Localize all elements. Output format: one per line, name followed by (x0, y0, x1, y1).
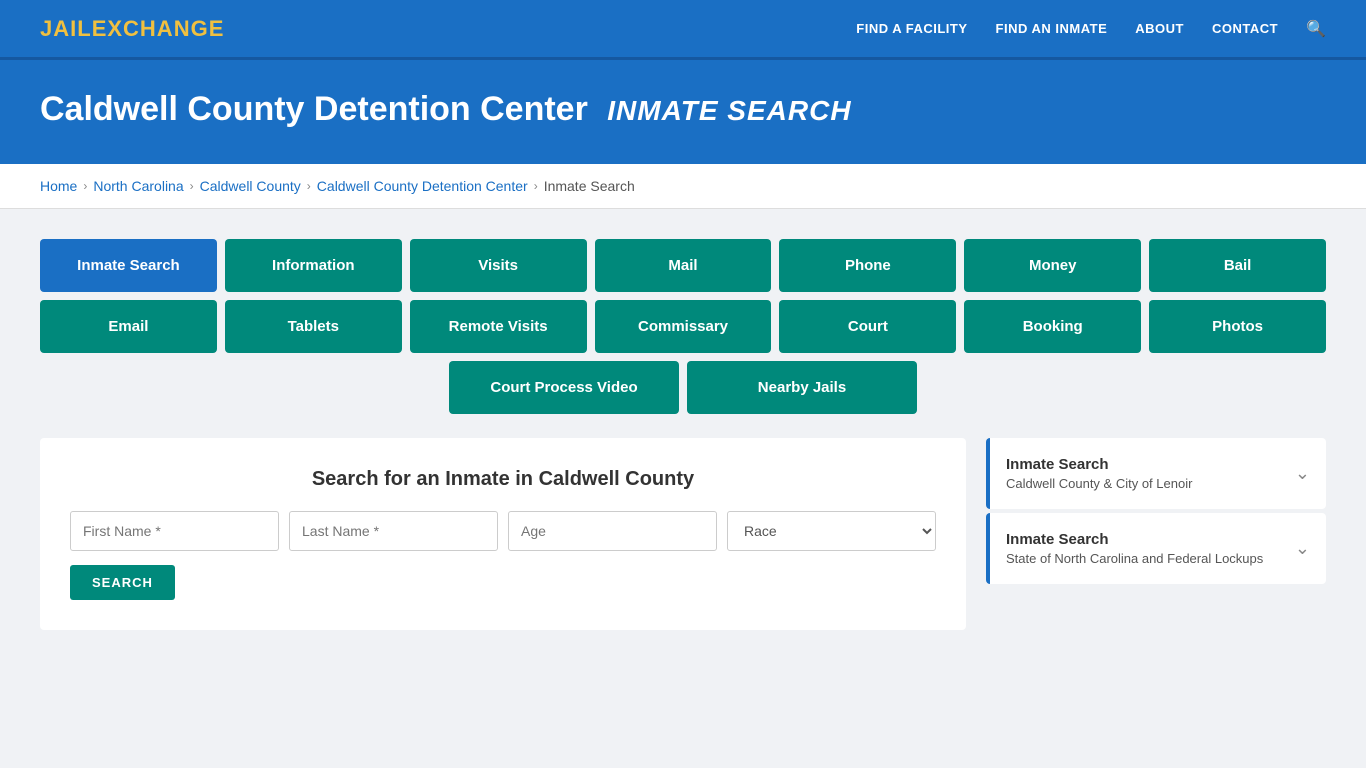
breadcrumb-current: Inmate Search (544, 178, 635, 194)
sidebar-card-2: Inmate Search State of North Carolina an… (986, 513, 1326, 584)
breadcrumb-county[interactable]: Caldwell County (200, 178, 301, 194)
breadcrumb-bar: Home › North Carolina › Caldwell County … (0, 164, 1366, 209)
search-button[interactable]: SEARCH (70, 565, 175, 600)
nav-row-3: Court Process Video Nearby Jails (40, 361, 1326, 414)
content-area: Search for an Inmate in Caldwell County … (40, 438, 1326, 630)
btn-nearby-jails[interactable]: Nearby Jails (687, 361, 917, 414)
btn-court[interactable]: Court (779, 300, 956, 353)
sidebar-item-1-title: Inmate Search (1006, 456, 1192, 473)
nav-find-inmate[interactable]: FIND AN INMATE (996, 21, 1108, 36)
breadcrumb-sep-3: › (307, 179, 311, 193)
hero-section: Caldwell County Detention Center INMATE … (0, 60, 1366, 164)
btn-court-process-video[interactable]: Court Process Video (449, 361, 679, 414)
btn-remote-visits[interactable]: Remote Visits (410, 300, 587, 353)
sidebar-item-1-sub: Caldwell County & City of Lenoir (1006, 476, 1192, 491)
sidebar-item-1-text: Inmate Search Caldwell County & City of … (1006, 456, 1192, 491)
sidebar-item-2-text: Inmate Search State of North Carolina an… (1006, 531, 1263, 566)
sidebar: Inmate Search Caldwell County & City of … (986, 438, 1326, 630)
site-logo[interactable]: JAILEXCHANGE (40, 16, 224, 42)
facility-nav-buttons: Inmate Search Information Visits Mail Ph… (40, 239, 1326, 414)
nav-row-1: Inmate Search Information Visits Mail Ph… (40, 239, 1326, 292)
breadcrumb-facility[interactable]: Caldwell County Detention Center (317, 178, 528, 194)
btn-inmate-search[interactable]: Inmate Search (40, 239, 217, 292)
sidebar-item-2-title: Inmate Search (1006, 531, 1263, 548)
race-select[interactable]: Race (727, 511, 936, 551)
chevron-down-icon-2: ⌄ (1295, 538, 1310, 559)
breadcrumb: Home › North Carolina › Caldwell County … (40, 178, 1326, 194)
btn-money[interactable]: Money (964, 239, 1141, 292)
btn-mail[interactable]: Mail (595, 239, 772, 292)
chevron-down-icon-1: ⌄ (1295, 463, 1310, 484)
btn-booking[interactable]: Booking (964, 300, 1141, 353)
btn-commissary[interactable]: Commissary (595, 300, 772, 353)
nav-contact[interactable]: CONTACT (1212, 21, 1278, 36)
btn-tablets[interactable]: Tablets (225, 300, 402, 353)
breadcrumb-sep-1: › (83, 179, 87, 193)
breadcrumb-nc[interactable]: North Carolina (93, 178, 183, 194)
btn-photos[interactable]: Photos (1149, 300, 1326, 353)
btn-information[interactable]: Information (225, 239, 402, 292)
breadcrumb-home[interactable]: Home (40, 178, 77, 194)
btn-phone[interactable]: Phone (779, 239, 956, 292)
age-input[interactable] (508, 511, 717, 551)
breadcrumb-sep-4: › (534, 179, 538, 193)
btn-email[interactable]: Email (40, 300, 217, 353)
site-header: JAILEXCHANGE FIND A FACILITY FIND AN INM… (0, 0, 1366, 60)
nav-about[interactable]: ABOUT (1135, 21, 1184, 36)
page-title: Caldwell County Detention Center INMATE … (40, 90, 1326, 129)
nav-find-facility[interactable]: FIND A FACILITY (856, 21, 967, 36)
search-title: Search for an Inmate in Caldwell County (70, 468, 936, 491)
search-panel: Search for an Inmate in Caldwell County … (40, 438, 966, 630)
first-name-input[interactable] (70, 511, 279, 551)
search-fields: Race (70, 511, 936, 551)
btn-visits[interactable]: Visits (410, 239, 587, 292)
logo-jail: JAIL (40, 16, 92, 41)
breadcrumb-sep-2: › (190, 179, 194, 193)
main-nav: FIND A FACILITY FIND AN INMATE ABOUT CON… (856, 19, 1326, 39)
logo-exchange: EXCHANGE (92, 16, 225, 41)
nav-row-2: Email Tablets Remote Visits Commissary C… (40, 300, 1326, 353)
sidebar-card-1: Inmate Search Caldwell County & City of … (986, 438, 1326, 509)
sidebar-item-2-sub: State of North Carolina and Federal Lock… (1006, 551, 1263, 566)
main-content: Inmate Search Information Visits Mail Ph… (0, 209, 1366, 660)
search-icon[interactable]: 🔍 (1306, 19, 1326, 39)
btn-bail[interactable]: Bail (1149, 239, 1326, 292)
sidebar-item-1[interactable]: Inmate Search Caldwell County & City of … (986, 438, 1326, 509)
sidebar-item-2[interactable]: Inmate Search State of North Carolina an… (986, 513, 1326, 584)
last-name-input[interactable] (289, 511, 498, 551)
